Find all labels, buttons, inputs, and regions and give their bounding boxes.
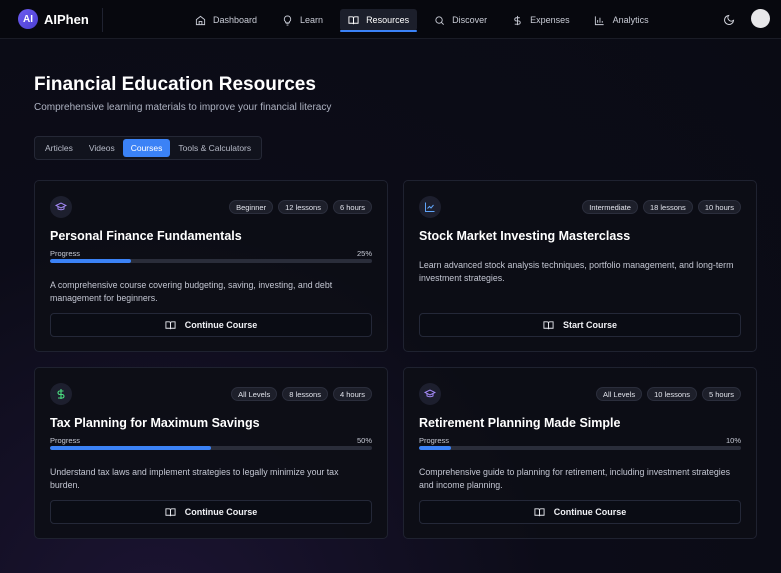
tab-tools-calculators[interactable]: Tools & Calculators (170, 139, 259, 157)
lessons-badge: 8 lessons (282, 387, 328, 401)
course-description: Comprehensive guide to planning for reti… (419, 467, 730, 490)
nav-label: Expenses (530, 15, 570, 25)
theme-toggle-moon-icon[interactable] (723, 13, 736, 26)
progress-fill (50, 446, 211, 450)
nav-item-expenses[interactable]: Expenses (504, 9, 578, 31)
course-title: Tax Planning for Maximum Savings (50, 416, 260, 430)
trending-up-icon (419, 196, 441, 218)
course-description: Learn advanced stock analysis techniques… (419, 260, 734, 283)
level-badge: All Levels (231, 387, 278, 401)
course-title: Personal Finance Fundamentals (50, 229, 242, 243)
course-badges: Intermediate 18 lessons 10 hours (577, 200, 741, 214)
home-icon (194, 14, 206, 26)
nav-item-analytics[interactable]: Analytics (587, 9, 657, 31)
level-badge: Intermediate (582, 200, 638, 214)
progress-label: Progress (50, 436, 81, 445)
graduation-cap-icon (50, 196, 72, 218)
search-icon (433, 14, 445, 26)
duration-badge: 5 hours (701, 387, 741, 401)
level-badge: Beginner (229, 200, 274, 214)
nav-label: Resources (366, 15, 410, 25)
brand[interactable]: AI AIPhen (18, 9, 89, 29)
tab-courses[interactable]: Courses (122, 139, 171, 157)
brand-name: AIPhen (44, 11, 89, 27)
progress-bar (50, 446, 372, 450)
button-label: Start Course (562, 320, 617, 330)
progress-percent: 50% (356, 436, 372, 445)
dollar-icon (50, 383, 72, 405)
course-description: A comprehensive course covering budgetin… (50, 280, 333, 303)
user-avatar[interactable] (751, 9, 770, 28)
course-title: Retirement Planning Made Simple (419, 416, 621, 430)
nav-item-resources[interactable]: Resources (340, 9, 418, 32)
button-label: Continue Course (184, 320, 258, 330)
course-card: All Levels 8 lessons 4 hours Tax Plannin… (34, 367, 388, 539)
course-badges: All Levels 8 lessons 4 hours (226, 387, 372, 401)
nav-divider (102, 8, 103, 32)
course-card: Beginner 12 lessons 6 hours Personal Fin… (34, 180, 388, 352)
book-icon (347, 14, 359, 26)
tab-videos[interactable]: Videos (81, 139, 123, 157)
progress-fill (419, 446, 452, 450)
nav-item-discover[interactable]: Discover (426, 9, 495, 31)
nav-label: Analytics (612, 15, 649, 25)
duration-badge: 4 hours (332, 387, 372, 401)
duration-badge: 6 hours (332, 200, 372, 214)
tab-articles[interactable]: Articles (37, 139, 81, 157)
course-card: Intermediate 18 lessons 10 hours Stock M… (403, 180, 757, 352)
nav-label: Discover (452, 15, 488, 25)
top-navigation-bar: AI AIPhen Dashboard Learn Resources Disc… (0, 0, 781, 39)
book-icon (165, 507, 176, 518)
course-card: All Levels 10 lessons 5 hours Retirement… (403, 367, 757, 539)
button-label: Continue Course (184, 507, 258, 517)
course-badges: All Levels 10 lessons 5 hours (591, 387, 741, 401)
progress-bar (419, 446, 741, 450)
nav-label: Learn (300, 15, 324, 25)
nav-label: Dashboard (213, 15, 258, 25)
nav-item-learn[interactable]: Learn (274, 9, 331, 31)
course-badges: Beginner 12 lessons 6 hours (224, 200, 372, 214)
brand-logo: AI (18, 9, 38, 29)
course-description: Understand tax laws and implement strate… (50, 467, 339, 490)
continue-course-button[interactable]: Continue Course (419, 500, 741, 524)
course-title: Stock Market Investing Masterclass (419, 229, 631, 243)
duration-badge: 10 hours (697, 200, 741, 214)
level-badge: All Levels (596, 387, 643, 401)
lessons-badge: 18 lessons (642, 200, 693, 214)
progress-percent: 25% (356, 249, 372, 258)
resource-tabs: Articles Videos Courses Tools & Calculat… (34, 136, 263, 160)
bar-chart-icon (594, 14, 606, 26)
continue-course-button[interactable]: Continue Course (50, 500, 372, 524)
progress-percent: 10% (725, 436, 741, 445)
continue-course-button[interactable]: Continue Course (50, 313, 372, 337)
page-title: Financial Education Resources (34, 74, 316, 95)
lessons-badge: 12 lessons (278, 200, 328, 214)
progress-fill (50, 259, 131, 263)
main-nav: Dashboard Learn Resources Discover Expen… (187, 9, 666, 32)
dollar-icon (511, 14, 523, 26)
start-course-button[interactable]: Start Course (419, 313, 741, 337)
progress-bar (50, 259, 372, 263)
book-icon (543, 320, 554, 331)
nav-item-dashboard[interactable]: Dashboard (187, 9, 265, 31)
progress-label: Progress (50, 249, 81, 258)
book-icon (534, 507, 545, 518)
book-icon (165, 320, 176, 331)
progress-label: Progress (419, 436, 450, 445)
graduation-cap-icon (419, 383, 441, 405)
lessons-badge: 10 lessons (647, 387, 697, 401)
lightbulb-icon (281, 14, 293, 26)
page-subtitle: Comprehensive learning materials to impr… (34, 102, 332, 113)
button-label: Continue Course (553, 507, 627, 517)
